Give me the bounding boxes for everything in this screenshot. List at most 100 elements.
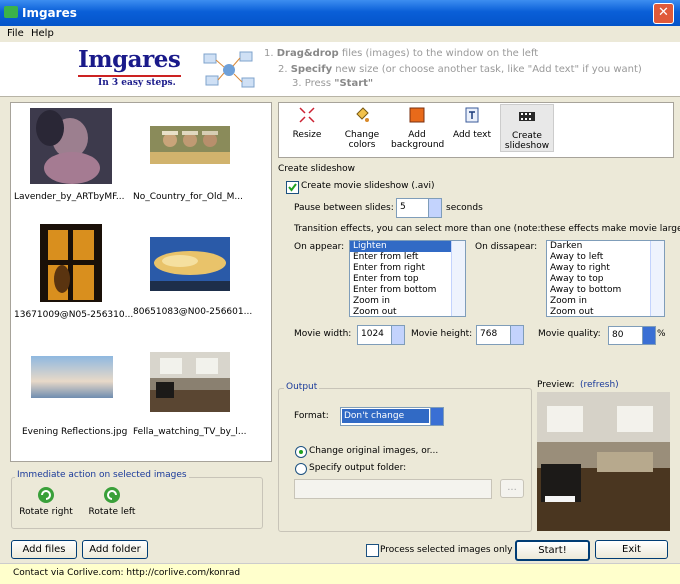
image-caption: No_Country_for_Old_M... bbox=[133, 192, 244, 202]
movie-quality-select[interactable]: 80 bbox=[608, 326, 656, 345]
list-item[interactable]: Zoom out bbox=[547, 307, 664, 316]
process-selected-checkbox[interactable] bbox=[366, 544, 379, 557]
scrollbar[interactable] bbox=[650, 241, 664, 316]
change-original-radio[interactable] bbox=[295, 446, 307, 458]
tool-resize-label: Resize bbox=[292, 130, 322, 140]
paint-bucket-icon bbox=[356, 107, 369, 122]
menu-help[interactable]: Help bbox=[31, 28, 54, 39]
list-item[interactable]: Enter from bottom bbox=[350, 285, 465, 296]
checkmark-icon bbox=[288, 183, 297, 192]
list-item[interactable]: Lighten bbox=[350, 241, 465, 252]
image-thumbnail bbox=[30, 108, 112, 184]
step-1: 1. Drag&drop files (images) to the windo… bbox=[264, 48, 538, 59]
resize-arrows-icon bbox=[299, 107, 315, 123]
background-icon bbox=[409, 107, 425, 123]
spinner-arrows-icon[interactable] bbox=[391, 326, 404, 344]
step-3-text: Press bbox=[304, 78, 332, 89]
pause-spinner[interactable]: 5 bbox=[396, 198, 442, 218]
menu-file[interactable]: File bbox=[7, 28, 24, 39]
create-avi-label: Create movie slideshow (.avi) bbox=[301, 181, 435, 191]
logo-underline bbox=[78, 75, 181, 77]
create-avi-checkbox[interactable] bbox=[286, 181, 299, 194]
scrollbar[interactable] bbox=[451, 241, 465, 316]
list-item[interactable]: Enter from right bbox=[350, 263, 465, 274]
change-original-label: Change original images, or... bbox=[309, 446, 439, 456]
rotate-right-button[interactable]: Rotate right bbox=[18, 486, 74, 517]
contact-link[interactable]: Contact via Corlive.com: http://corlive.… bbox=[13, 568, 240, 578]
refresh-link[interactable]: (refresh) bbox=[580, 380, 619, 390]
image-thumbnail bbox=[150, 352, 230, 412]
image-caption: 13671009@N05-256310... bbox=[14, 310, 134, 320]
spinner-arrows-icon[interactable] bbox=[510, 326, 523, 344]
rotate-right-label: Rotate right bbox=[19, 507, 73, 517]
movie-width-value: 1024 bbox=[361, 329, 384, 339]
step-3-number: 3. bbox=[292, 78, 302, 89]
window-title: Imgares bbox=[22, 6, 77, 20]
tool-change-colors-label1: Change bbox=[344, 130, 380, 140]
title-bar[interactable]: Imgares ✕ bbox=[0, 0, 680, 26]
tool-add-background[interactable]: Add background bbox=[391, 104, 445, 150]
movie-quality-value: 80 bbox=[612, 330, 624, 340]
output-folder-input[interactable] bbox=[294, 479, 492, 499]
specify-folder-radio[interactable] bbox=[295, 463, 307, 475]
step-3: 3. Press "Start" bbox=[292, 78, 373, 89]
image-thumbnail bbox=[31, 356, 113, 398]
app-logo: Imgares In 3 easy steps. bbox=[78, 46, 188, 90]
on-appear-label: On appear: bbox=[294, 242, 345, 252]
format-select[interactable]: Don't change bbox=[340, 407, 444, 426]
tool-change-colors[interactable]: Change colors bbox=[336, 104, 388, 150]
tool-add-background-label2: background bbox=[391, 140, 445, 150]
step-2: 2. Specify new size (or choose another t… bbox=[278, 64, 642, 75]
spinner-arrows-icon[interactable] bbox=[428, 199, 441, 217]
pause-unit: seconds bbox=[446, 203, 483, 213]
movie-height-label: Movie height: bbox=[411, 329, 473, 339]
rotate-left-button[interactable]: Rotate left bbox=[86, 486, 138, 517]
process-selected-label: Process selected images only bbox=[380, 545, 513, 555]
image-caption: Lavender_by_ARTbyMF... bbox=[14, 192, 125, 202]
immediate-action-label: Immediate action on selected images bbox=[15, 470, 189, 480]
film-icon bbox=[519, 112, 535, 121]
tool-add-text[interactable]: Add text bbox=[446, 104, 498, 140]
transition-note: Transition effects, you can select more … bbox=[294, 224, 680, 234]
network-illustration-icon bbox=[203, 51, 255, 88]
close-button[interactable]: ✕ bbox=[653, 3, 674, 24]
tool-change-colors-label2: colors bbox=[348, 140, 376, 150]
pause-label: Pause between slides: bbox=[294, 203, 394, 213]
format-value: Don't change bbox=[342, 409, 429, 423]
list-item[interactable]: Enter from left bbox=[350, 252, 465, 263]
list-item[interactable]: Away to right bbox=[547, 263, 664, 274]
list-item[interactable]: Zoom out bbox=[350, 307, 465, 316]
image-caption: Evening Reflections.jpg bbox=[22, 427, 128, 437]
list-item[interactable]: Enter from top bbox=[350, 274, 465, 285]
list-item[interactable]: Darken bbox=[547, 241, 664, 252]
menu-bar: File Help bbox=[0, 26, 680, 42]
add-files-button[interactable]: Add files bbox=[11, 540, 77, 559]
tool-create-slideshow-label1: Create bbox=[512, 131, 542, 141]
on-disappear-list[interactable]: Darken Away to left Away to right Away t… bbox=[546, 240, 665, 317]
movie-height-spinner[interactable]: 768 bbox=[476, 325, 524, 345]
preview-label: Preview: bbox=[537, 380, 575, 390]
start-button[interactable]: Start! bbox=[515, 540, 590, 561]
add-folder-button[interactable]: Add folder bbox=[82, 540, 148, 559]
chevron-down-icon[interactable] bbox=[642, 327, 655, 344]
list-item[interactable]: Zoom in bbox=[547, 296, 664, 307]
list-item[interactable]: Away to top bbox=[547, 274, 664, 285]
chevron-down-icon[interactable] bbox=[430, 408, 443, 425]
image-thumbnail bbox=[150, 237, 230, 291]
list-item[interactable]: Away to bottom bbox=[547, 285, 664, 296]
list-item[interactable]: Zoom in bbox=[350, 296, 465, 307]
list-item[interactable]: Away to left bbox=[547, 252, 664, 263]
quality-unit: % bbox=[657, 329, 666, 339]
app-icon bbox=[4, 6, 18, 18]
step-3-bold: "Start" bbox=[334, 78, 374, 89]
rotate-left-label: Rotate left bbox=[88, 507, 136, 517]
tool-resize[interactable]: Resize bbox=[281, 104, 333, 140]
movie-height-value: 768 bbox=[480, 329, 498, 339]
rotate-left-icon bbox=[104, 487, 120, 503]
movie-width-spinner[interactable]: 1024 bbox=[357, 325, 405, 345]
exit-button[interactable]: Exit bbox=[595, 540, 668, 559]
browse-button[interactable]: ... bbox=[500, 479, 524, 498]
on-appear-list[interactable]: Lighten Enter from left Enter from right… bbox=[349, 240, 466, 317]
output-group-label: Output bbox=[284, 382, 320, 392]
tool-create-slideshow[interactable]: Create slideshow bbox=[500, 104, 554, 152]
